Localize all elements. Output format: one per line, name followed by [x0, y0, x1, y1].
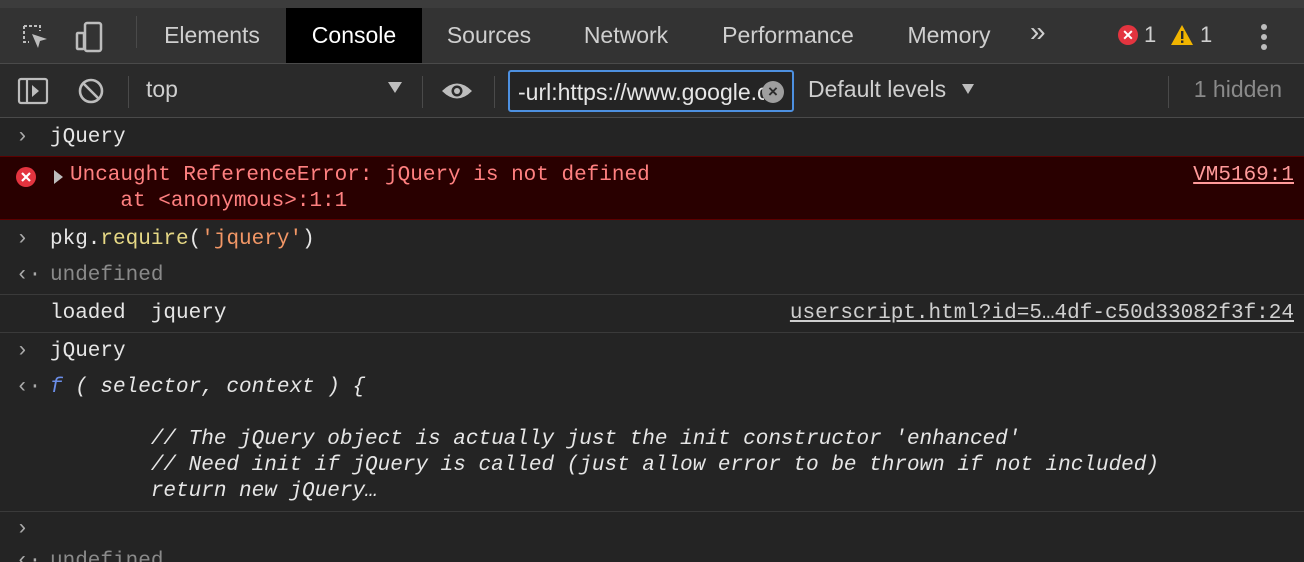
input-chevron-icon: › [16, 228, 29, 251]
toolbar-divider [1168, 76, 1169, 108]
console-input-row: › jQuery [0, 338, 1304, 368]
console-result-row: ‹· undefined [0, 262, 1304, 292]
function-body-line: // The jQuery object is actually just th… [50, 428, 1021, 451]
console-result: undefined [50, 550, 164, 562]
levels-dropdown-arrow-icon[interactable] [962, 84, 974, 94]
warning-count-badge[interactable]: 1 [1170, 22, 1212, 48]
live-expression-eye-icon[interactable] [440, 74, 474, 108]
expand-stack-triangle-icon[interactable] [54, 170, 63, 184]
tab-bar-divider [136, 16, 137, 48]
warning-count: 1 [1200, 22, 1213, 47]
tab-network[interactable]: Network [564, 8, 688, 63]
console-filter-input[interactable]: -url:https://www.google.com × [508, 70, 794, 112]
log-source-link[interactable]: userscript.html?id=5…4df-c50d33082f3f:24 [790, 302, 1294, 325]
console-result-row: ‹· f ( selector, context ) { // The jQue… [0, 374, 1304, 508]
console-result-row: ‹· undefined [0, 548, 1304, 562]
console-input-row: › jQuery [0, 124, 1304, 156]
toolbar-divider [422, 76, 423, 108]
filter-input-value[interactable]: -url:https://www.google.com [518, 79, 764, 106]
toolbar-divider [128, 76, 129, 108]
input-chevron-icon: › [16, 126, 29, 149]
function-body-line: return new jQuery… [50, 480, 378, 503]
error-source-link[interactable]: VM5169:1 [1193, 164, 1294, 187]
error-icon [16, 167, 36, 187]
row-divider [0, 332, 1304, 333]
log-message-text: loaded jquery [50, 302, 227, 325]
device-toolbar-icon[interactable] [72, 20, 106, 54]
clear-filter-icon[interactable]: × [762, 81, 784, 103]
tab-console[interactable]: Console [286, 8, 422, 63]
error-icon: ✕ [1118, 25, 1138, 45]
log-levels-dropdown[interactable]: Default levels [808, 76, 946, 103]
console-input-row: › pkg.require('jquery') [0, 226, 1304, 256]
tab-sources[interactable]: Sources [430, 8, 548, 63]
console-log-row: loaded jquery userscript.html?id=5…4df-c… [0, 300, 1304, 330]
more-options-kebab-icon[interactable] [1254, 22, 1274, 52]
input-chevron-icon: › [16, 518, 29, 541]
hidden-messages-count[interactable]: 1 hidden [1194, 76, 1282, 103]
input-chevron-icon: › [16, 340, 29, 363]
inspect-element-icon[interactable] [18, 20, 52, 54]
result-arrow-icon: ‹· [16, 264, 42, 287]
tab-elements[interactable]: Elements [146, 8, 278, 63]
function-body-line: // Need init if jQuery is called (just a… [50, 454, 1159, 477]
console-result: undefined [50, 264, 164, 287]
console-input: jQuery [50, 126, 126, 149]
error-count-badge[interactable]: ✕ 1 [1118, 22, 1156, 48]
tab-performance[interactable]: Performance [704, 8, 872, 63]
devtools-tab-bar: Elements Console Sources Network Perform… [0, 0, 1304, 64]
error-message-text: Uncaught ReferenceError: jQuery is not d… [70, 164, 650, 187]
result-arrow-icon: ‹· [16, 550, 42, 562]
result-arrow-icon: ‹· [16, 376, 42, 399]
console-input: jQuery [50, 340, 126, 363]
warning-icon [1171, 25, 1193, 45]
console-prompt-row[interactable]: › [0, 516, 1304, 546]
console-error-message: Uncaught ReferenceError: jQuery is not d… [0, 156, 1304, 220]
context-selector[interactable]: top [146, 76, 178, 103]
function-signature[interactable]: f ( selector, context ) { [50, 376, 365, 399]
toolbar-divider [494, 76, 495, 108]
row-divider [0, 511, 1304, 512]
tab-memory[interactable]: Memory [890, 8, 1008, 63]
show-sidebar-icon[interactable] [16, 74, 50, 108]
error-count: 1 [1144, 22, 1157, 47]
clear-console-icon[interactable] [74, 74, 108, 108]
error-stack-trace: at <anonymous>:1:1 [70, 190, 348, 213]
context-dropdown-arrow-icon[interactable] [388, 82, 402, 93]
console-input: pkg.require('jquery') [50, 228, 315, 251]
row-divider [0, 294, 1304, 295]
more-tabs-chevron-icon[interactable]: » [1030, 16, 1045, 48]
